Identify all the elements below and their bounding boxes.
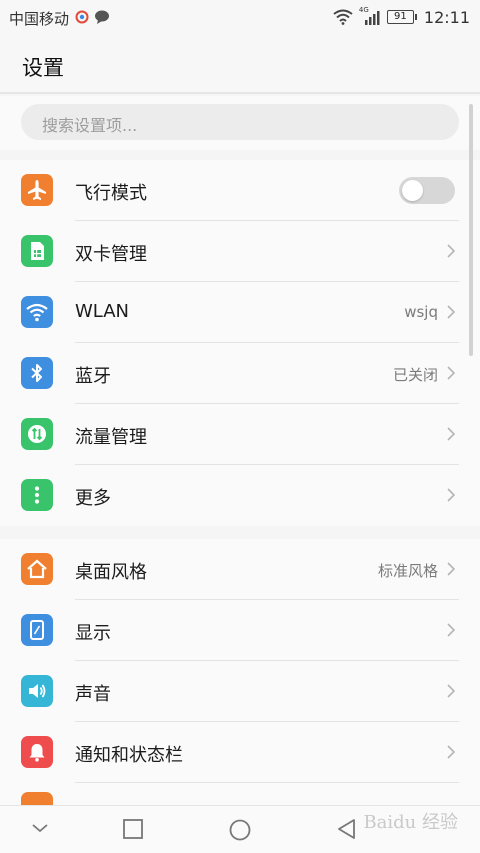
settings-group-connectivity: 飞行模式 双卡管理 WLAN wsjq 蓝牙 已关闭 流量管理 更多 bbox=[0, 160, 480, 526]
home-icon bbox=[21, 553, 53, 585]
partial-setting-icon bbox=[21, 792, 53, 805]
setting-value: wsjq bbox=[404, 303, 438, 321]
chevron-right-icon bbox=[447, 244, 456, 258]
partial-row bbox=[0, 783, 480, 805]
setting-home-style[interactable]: 桌面风格 标准风格 bbox=[0, 539, 480, 600]
toggle-knob bbox=[402, 180, 423, 201]
setting-label: 通知和状态栏 bbox=[75, 745, 183, 766]
search-section: 搜索设置项... bbox=[0, 96, 480, 150]
setting-display[interactable]: 显示 bbox=[0, 600, 480, 661]
setting-label: 飞行模式 bbox=[75, 183, 147, 204]
chevron-right-icon bbox=[447, 745, 456, 759]
setting-label: 蓝牙 bbox=[75, 366, 111, 387]
chevron-right-icon bbox=[447, 366, 456, 380]
setting-data-usage[interactable]: 流量管理 bbox=[0, 404, 480, 465]
chevron-right-icon bbox=[447, 562, 456, 576]
search-placeholder: 搜索设置项... bbox=[42, 116, 138, 135]
display-icon bbox=[21, 614, 53, 646]
recent-apps-icon[interactable] bbox=[122, 818, 144, 840]
status-icons: 4G 91 12:11 bbox=[333, 6, 470, 27]
setting-dual-sim[interactable]: 双卡管理 bbox=[0, 221, 480, 282]
setting-more[interactable]: 更多 bbox=[0, 465, 480, 526]
home-button-icon[interactable] bbox=[228, 818, 252, 842]
dropdown-icon[interactable] bbox=[30, 821, 50, 835]
setting-airplane-mode[interactable]: 飞行模式 bbox=[0, 160, 480, 221]
wifi-signal-icon bbox=[333, 9, 353, 25]
airplane-mode-toggle[interactable] bbox=[399, 177, 455, 204]
page-header: 设置 bbox=[0, 34, 480, 94]
watermark: Baidu 经验 bbox=[363, 812, 458, 833]
carrier-name: 中国移动 bbox=[9, 10, 70, 28]
setting-bluetooth[interactable]: 蓝牙 已关闭 bbox=[0, 343, 480, 404]
setting-wlan[interactable]: WLAN wsjq bbox=[0, 282, 480, 343]
sim-card-icon bbox=[21, 235, 53, 267]
setting-label: 桌面风格 bbox=[75, 562, 147, 583]
browser-notification-icon bbox=[75, 10, 89, 24]
back-icon[interactable] bbox=[336, 818, 358, 840]
data-usage-icon bbox=[21, 418, 53, 450]
setting-label: 流量管理 bbox=[75, 427, 147, 448]
chevron-right-icon bbox=[447, 684, 456, 698]
notification-bell-icon bbox=[21, 736, 53, 768]
search-input[interactable]: 搜索设置项... bbox=[21, 104, 459, 140]
bluetooth-icon bbox=[21, 357, 53, 389]
more-icon bbox=[21, 479, 53, 511]
chevron-right-icon bbox=[447, 488, 456, 502]
settings-group-personalization: 桌面风格 标准风格 显示 声音 通知和状态栏 bbox=[0, 539, 480, 805]
chevron-right-icon bbox=[447, 305, 456, 319]
status-bar: 中国移动 4G 91 12:11 bbox=[0, 0, 480, 34]
setting-notifications[interactable]: 通知和状态栏 bbox=[0, 722, 480, 783]
setting-value: 标准风格 bbox=[377, 562, 438, 580]
setting-label: 双卡管理 bbox=[75, 244, 147, 265]
setting-label: WLAN bbox=[75, 301, 130, 322]
setting-label: 声音 bbox=[75, 684, 111, 705]
airplane-icon bbox=[21, 174, 53, 206]
setting-value: 已关闭 bbox=[392, 366, 438, 384]
chevron-right-icon bbox=[447, 623, 456, 637]
battery-indicator: 91 bbox=[386, 10, 417, 24]
setting-label: 显示 bbox=[75, 623, 111, 644]
setting-sound[interactable]: 声音 bbox=[0, 661, 480, 722]
setting-label: 更多 bbox=[75, 488, 111, 509]
page-title: 设置 bbox=[22, 56, 64, 80]
clock: 12:11 bbox=[423, 7, 470, 27]
sound-icon bbox=[21, 675, 53, 707]
chevron-right-icon bbox=[447, 427, 456, 441]
scrollbar[interactable] bbox=[469, 104, 473, 356]
cellular-signal-icon: 4G bbox=[359, 6, 381, 26]
chat-notification-icon bbox=[95, 10, 109, 24]
wifi-icon bbox=[21, 296, 53, 328]
